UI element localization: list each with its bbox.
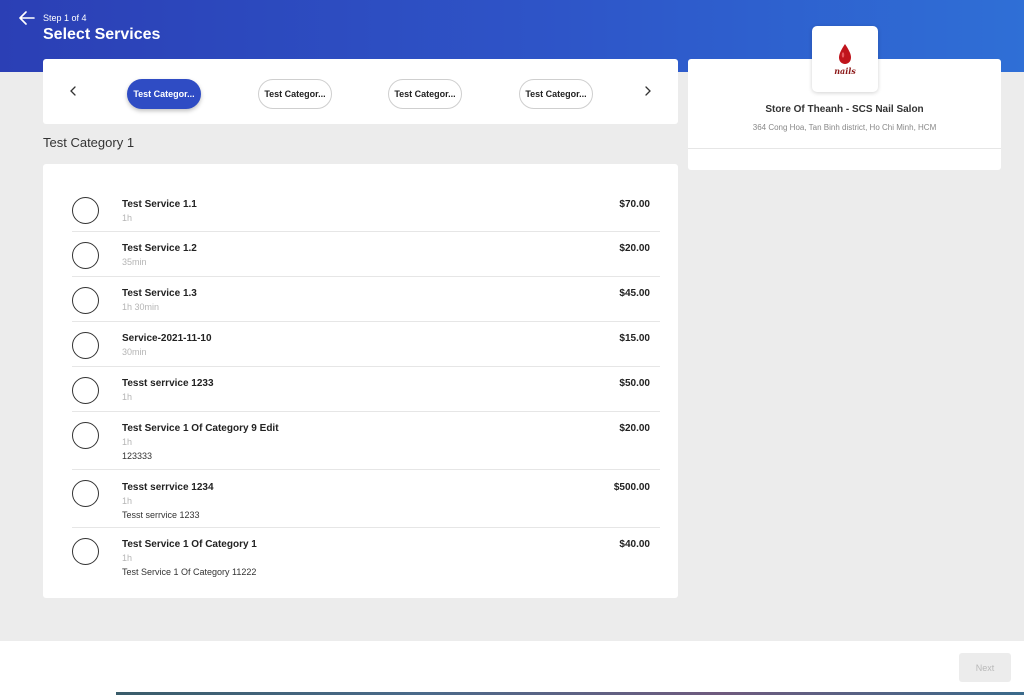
arrow-left-icon — [19, 11, 35, 25]
service-price: $20.00 — [619, 243, 650, 254]
service-name: Tesst serrvice 1233 — [122, 378, 214, 389]
service-row[interactable]: Tesst serrvice 1234 1h Tesst serrvice 12… — [72, 470, 660, 528]
category-tab-2[interactable]: Test Categor... — [258, 79, 332, 109]
service-description: 123333 — [122, 451, 153, 461]
service-description: Tesst serrvice 1233 — [122, 510, 200, 520]
next-button[interactable]: Next — [959, 653, 1011, 682]
service-price: $50.00 — [619, 378, 650, 389]
divider — [688, 148, 1001, 149]
service-duration: 1h — [122, 496, 133, 506]
service-name: Test Service 1.3 — [122, 288, 197, 299]
service-row[interactable]: Test Service 1 Of Category 9 Edit 1h 123… — [72, 412, 660, 470]
store-address: 364 Cong Hoa, Tan Binh district, Ho Chi … — [752, 123, 937, 132]
service-name: Test Service 1 Of Category 9 Edit — [122, 423, 279, 434]
logo-text: nails — [834, 65, 856, 76]
service-duration: 1h — [122, 392, 133, 402]
service-radio[interactable] — [72, 242, 99, 269]
service-radio[interactable] — [72, 287, 99, 314]
service-duration: 1h 30min — [122, 302, 160, 312]
category-prev-button[interactable] — [63, 81, 83, 101]
service-price: $40.00 — [619, 539, 650, 550]
service-duration: 1h — [122, 553, 133, 563]
service-row[interactable]: Test Service 1.3 1h 30min $45.00 — [72, 277, 660, 322]
service-radio[interactable] — [72, 332, 99, 359]
service-row[interactable]: Test Service 1.2 35min $20.00 — [72, 232, 660, 277]
service-duration: 1h — [122, 213, 133, 223]
category-heading: Test Category 1 — [43, 135, 135, 150]
service-duration: 35min — [122, 257, 147, 267]
service-price: $45.00 — [619, 288, 650, 299]
service-name: Test Service 1.1 — [122, 199, 197, 210]
service-price: $70.00 — [619, 199, 650, 210]
service-price: $500.00 — [613, 482, 650, 493]
service-row[interactable]: Test Service 1 Of Category 1 1h Test Ser… — [72, 528, 660, 584]
services-list: Test Service 1.1 1h $70.00 Test Service … — [43, 164, 678, 598]
service-price: $20.00 — [619, 423, 650, 434]
service-radio[interactable] — [72, 197, 99, 224]
service-radio[interactable] — [72, 480, 99, 507]
nail-drop-icon — [839, 43, 851, 64]
category-next-button[interactable] — [638, 81, 658, 101]
footer-bar — [0, 641, 1024, 695]
service-radio[interactable] — [72, 422, 99, 449]
service-name: Test Service 1.2 — [122, 243, 197, 254]
category-tab-1[interactable]: Test Categor... — [127, 79, 201, 109]
step-indicator: Step 1 of 4 — [43, 13, 87, 23]
service-radio[interactable] — [72, 538, 99, 565]
service-description: Test Service 1 Of Category 11222 — [122, 567, 257, 577]
service-radio[interactable] — [72, 377, 99, 404]
service-row[interactable]: Tesst serrvice 1233 1h $50.00 — [72, 367, 660, 412]
service-price: $15.00 — [619, 333, 650, 344]
service-name: Tesst serrvice 1234 — [122, 482, 214, 493]
service-name: Test Service 1 Of Category 1 — [122, 539, 257, 550]
service-row[interactable]: Test Service 1.1 1h $70.00 — [72, 186, 660, 232]
store-logo: nails — [812, 26, 878, 92]
back-button[interactable] — [16, 8, 38, 28]
category-selector: Test Categor... Test Categor... Test Cat… — [43, 59, 678, 124]
store-name: Store Of Theanh - SCS Nail Salon — [765, 104, 924, 115]
service-name: Service-2021-11-10 — [122, 333, 212, 344]
chevron-right-icon — [645, 86, 651, 96]
category-tab-3[interactable]: Test Categor... — [388, 79, 462, 109]
service-duration: 1h — [122, 437, 133, 447]
page-title: Select Services — [43, 26, 161, 43]
service-row[interactable]: Service-2021-11-10 30min $15.00 — [72, 322, 660, 367]
chevron-left-icon — [70, 86, 76, 96]
category-tab-4[interactable]: Test Categor... — [519, 79, 593, 109]
service-duration: 30min — [122, 347, 147, 357]
